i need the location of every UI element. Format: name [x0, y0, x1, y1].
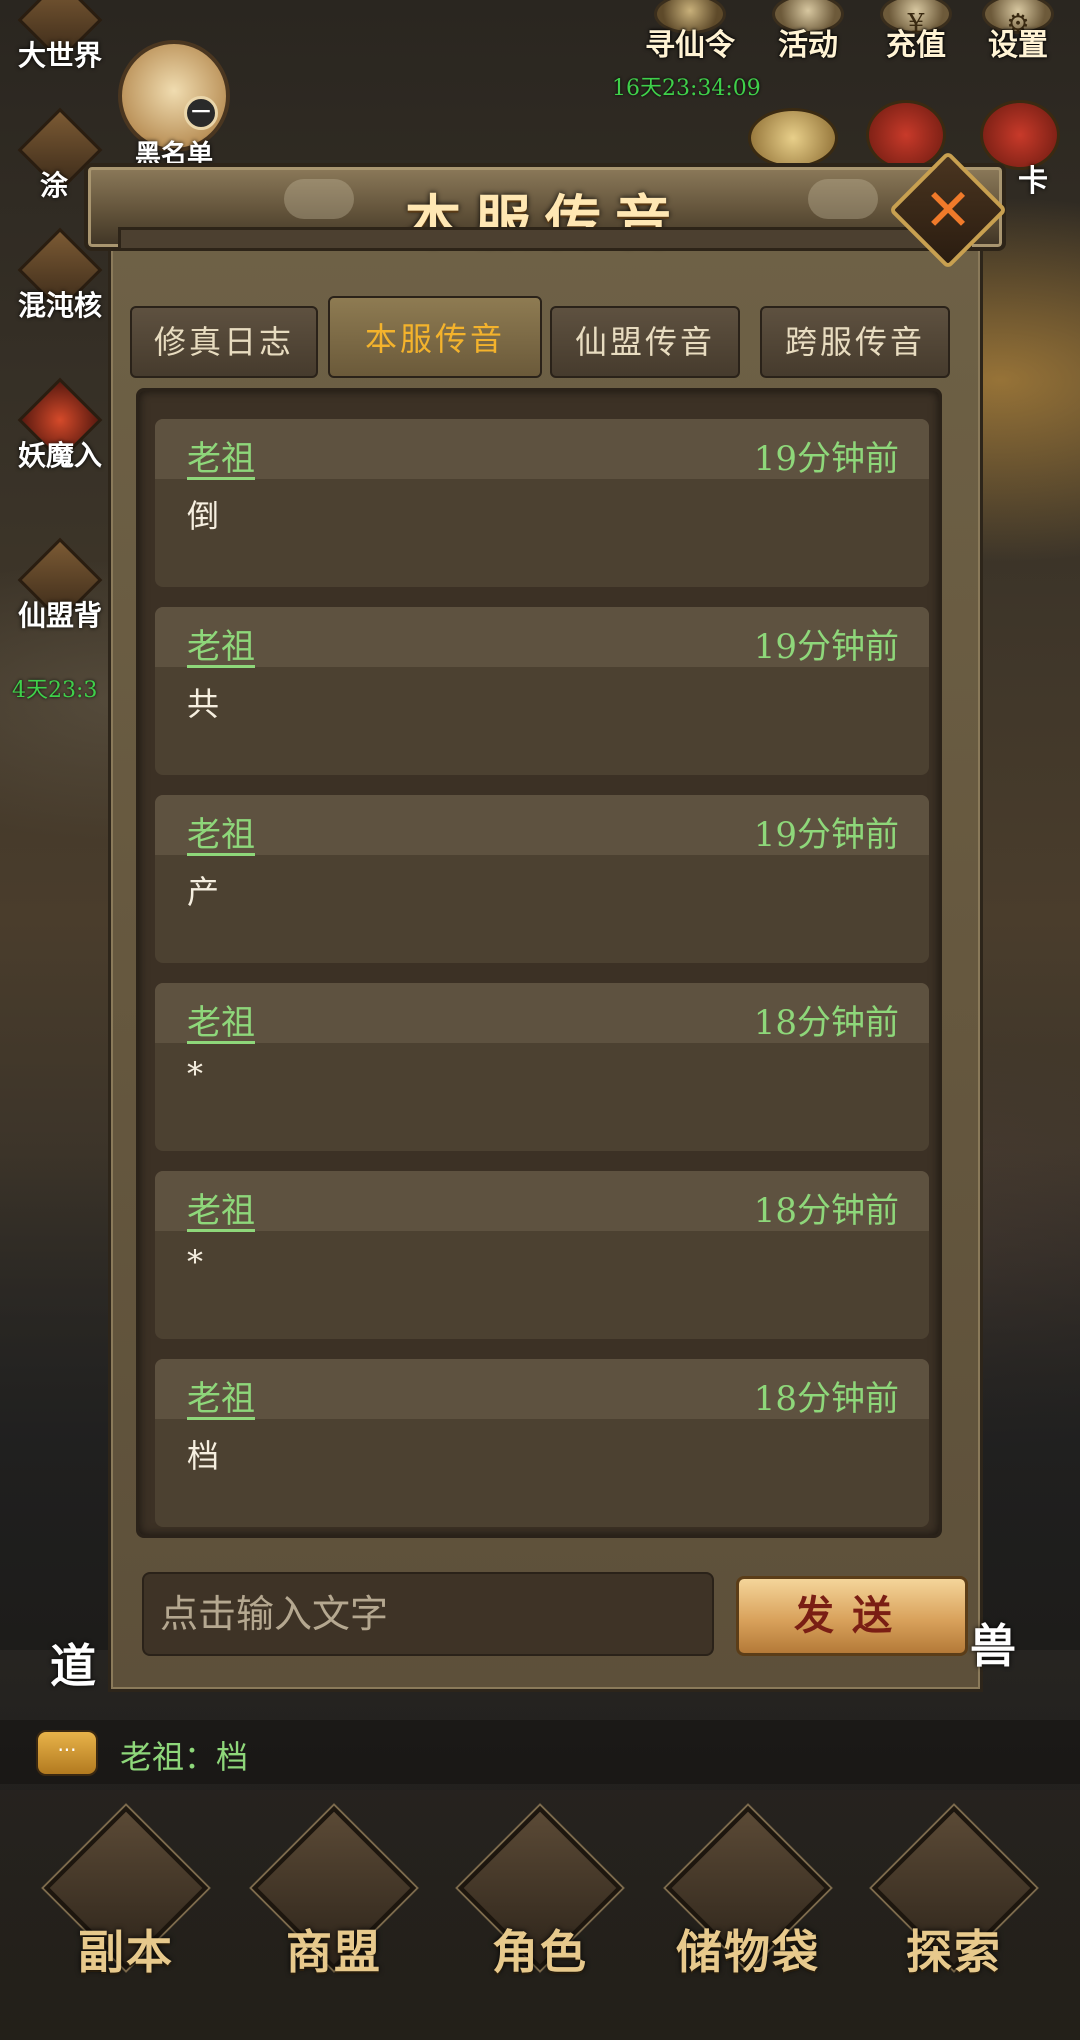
message-list[interactable]: 老祖 19分钟前 倒 老祖 19分钟前 共 老祖 19分钟前 产 老祖 18分钟… [136, 388, 942, 1538]
alliance-button[interactable]: 仙盟背 [10, 537, 110, 634]
message-header: 老祖 19分钟前 [155, 795, 929, 855]
alliance-label: 仙盟背 [17, 599, 102, 632]
day-pass-icon[interactable] [866, 100, 946, 170]
message-content: 共 [187, 685, 220, 723]
calendar-icon[interactable] [748, 108, 838, 168]
message-time: 19分钟前 [753, 627, 899, 667]
message-time: 18分钟前 [753, 1379, 899, 1419]
sender-name[interactable]: 老祖 [187, 807, 255, 856]
message-input[interactable]: 点击输入文字 [142, 1572, 714, 1656]
demon-button[interactable]: 妖魔入 [10, 377, 110, 474]
message-time: 18分钟前 [753, 1191, 899, 1231]
list-item: 老祖 19分钟前 倒 [155, 419, 929, 587]
event-timer: 16天23:34:09 [612, 76, 761, 101]
demon-label: 妖魔入 [17, 439, 102, 472]
message-header: 老祖 18分钟前 [155, 983, 929, 1043]
chaos-label: 混沌核 [17, 289, 102, 322]
message-content: 倒 [187, 497, 220, 535]
close-icon: ✕ [923, 176, 973, 244]
nav-dungeon-label: 副本 [78, 1925, 174, 1979]
nav-dungeon[interactable]: 副本 [36, 1805, 216, 1982]
nav-merchant[interactable]: 商盟 [244, 1805, 424, 1982]
recharge-label: 充值 [886, 28, 946, 63]
latest-chat-message[interactable]: 老祖：档 [120, 1732, 248, 1778]
xunxianling-button[interactable]: 寻仙令 [640, 0, 740, 64]
list-item: 老祖 19分钟前 共 [155, 607, 929, 775]
message-time: 19分钟前 [753, 815, 899, 855]
minus-icon: − [184, 96, 218, 130]
list-item: 老祖 18分钟前 档 [155, 1359, 929, 1527]
side-right-label: 兽 [970, 1619, 1016, 1673]
activity-button[interactable]: 活动 [758, 0, 858, 64]
world-button[interactable]: 大世界 [10, 0, 110, 74]
message-content: * [187, 1055, 203, 1093]
settings-label: 设置 [988, 28, 1048, 63]
nav-character-label: 角色 [492, 1925, 588, 1979]
nav-merchant-label: 商盟 [286, 1925, 382, 1979]
xunxianling-label: 寻仙令 [645, 28, 735, 63]
message-content: 档 [187, 1437, 220, 1475]
sender-name[interactable]: 老祖 [187, 1183, 255, 1232]
message-header: 老祖 18分钟前 [155, 1359, 929, 1419]
year-pass-label: 卡 [1018, 164, 1048, 199]
world-label: 大世界 [17, 39, 102, 72]
sender-name[interactable]: 老祖 [187, 431, 255, 480]
dialog-header: 本服传音 [84, 163, 1006, 255]
sender-name[interactable]: 老祖 [187, 1371, 255, 1420]
nav-explore-label: 探索 [906, 1925, 1002, 1979]
blacklist-button[interactable]: − 黑名单 [114, 40, 234, 171]
message-header: 老祖 19分钟前 [155, 419, 929, 479]
alliance-timer: 4天23:3 [12, 678, 98, 703]
tab-alliance-broadcast[interactable]: 仙盟传音 [550, 306, 740, 378]
chat-bubble-icon[interactable]: ··· [36, 1730, 98, 1776]
tab-server-broadcast[interactable]: 本服传音 [328, 296, 542, 378]
header-divider [118, 227, 972, 251]
tab-cross-server-broadcast[interactable]: 跨服传音 [760, 306, 950, 378]
nav-storage-bag-label: 储物袋 [676, 1925, 820, 1979]
message-content: * [187, 1243, 203, 1281]
nav-character[interactable]: 角色 [450, 1805, 630, 1982]
sender-name[interactable]: 老祖 [187, 619, 255, 668]
nav-storage-bag[interactable]: 储物袋 [658, 1805, 838, 1982]
settings-button[interactable]: ⚙ 设置 [968, 0, 1068, 64]
recharge-button[interactable]: ¥ 充值 [866, 0, 966, 64]
message-header: 老祖 19分钟前 [155, 607, 929, 667]
list-item: 老祖 18分钟前 * [155, 983, 929, 1151]
message-time: 18分钟前 [753, 1003, 899, 1043]
message-time: 19分钟前 [753, 439, 899, 479]
tab-cultivation-log[interactable]: 修真日志 [130, 306, 318, 378]
nav-explore[interactable]: 探索 [864, 1805, 1044, 1982]
message-header: 老祖 18分钟前 [155, 1171, 929, 1231]
send-button[interactable]: 发送 [736, 1576, 968, 1656]
list-item: 老祖 19分钟前 产 [155, 795, 929, 963]
message-content: 产 [187, 873, 220, 911]
sender-name[interactable]: 老祖 [187, 995, 255, 1044]
list-item: 老祖 18分钟前 * [155, 1171, 929, 1339]
activity-label: 活动 [778, 28, 838, 63]
